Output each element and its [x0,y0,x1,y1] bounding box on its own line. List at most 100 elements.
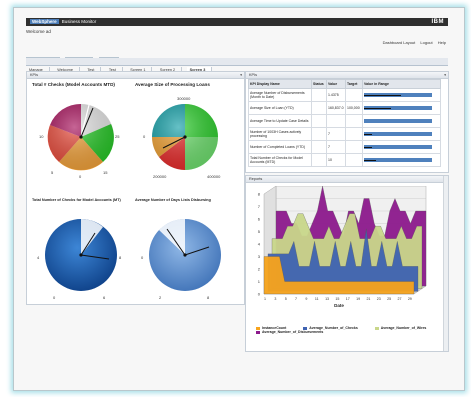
kpi-value: 160,837.0 [326,101,346,115]
kpi-value: 7 [326,140,346,154]
table-row[interactable]: Average Size of Loan (YTD) 160,837.0 100… [248,101,441,115]
app-brand: WebSphere Business Monitor [30,19,96,25]
gauge-1: 0 5 10 25 15 [39,103,120,179]
panel-menu-icon[interactable]: ▾ [444,72,446,78]
kpi-value: 10 [326,153,346,167]
column-header[interactable]: Status [311,79,327,89]
gauge-4-tick-label: 0 [141,255,144,260]
legend-item: Average_Number_of_Disbursements [256,330,323,334]
table-header-row: KPI Display Name Status Value Target Val… [248,79,441,89]
x-tick-label: 3 [274,297,276,301]
gauge-1-hub [79,135,83,139]
column-header[interactable]: Target [345,79,363,89]
kpi-panel-title: KPIs [249,73,258,77]
kpi-range-fill [364,159,377,161]
kpi-value: 7 [326,127,346,141]
kpi-name: Number of 1003H Cases actively processin… [248,127,312,141]
kpi-range-fill [364,107,392,109]
chart-legend: InstanceCount Average_Number_of_Checks A… [256,326,442,334]
gauge-2-hub [183,135,187,139]
legend-swatch [256,330,260,334]
gauge-4: 0 2 8 [141,218,221,300]
kpi-target: 100,000 [345,101,363,115]
gauge-title-4: Average Number of Days Lists Disbursing [135,198,211,202]
top-tabs: Getting Started Dashboards Utilities [26,49,120,66]
kpi-range-fill [364,146,373,148]
kpi-table-panel: KPIs ▾ KPI Display Name Status Value Targ… [245,71,449,173]
gauge-1-tick-label: 0 [79,174,82,179]
kpi-table: KPI Display Name Status Value Target Val… [248,79,441,167]
area-chart: 0123456781 3 5 7 9 11 13 15 17 19 21 23 25 27 29Date [258,186,427,308]
kpi-name: Average Time to Update Case Details [248,114,312,128]
gauge-2-tick-label: 300000 [177,96,191,101]
gauge-1-tick-label: 15 [103,170,108,175]
column-header[interactable]: Value in Range [362,79,441,89]
kpi-range-bar [364,145,432,149]
column-header[interactable]: Value [326,79,346,89]
reports-scrollbar[interactable] [443,176,448,351]
gauge-1-tick-label: 25 [115,134,120,139]
gauge-3-tick-label: 0 [53,295,56,300]
app-header: WebSphere Business Monitor IBM [26,18,448,26]
y-tick-label: 7 [258,204,261,209]
kpi-range-bar [364,106,432,110]
table-row[interactable]: Average Number of Disbursements (Month t… [248,88,441,102]
kpi-range-fill [364,94,402,96]
y-tick-label: 5 [258,229,261,234]
x-tick-label: 17 [346,297,350,301]
x-tick-label: 21 [366,297,370,301]
x-tick-label: 25 [387,297,391,301]
table-row[interactable]: Average Time to Update Case Details [248,114,441,128]
legend-label: Average_Number_of_Wires [380,326,427,330]
reports-panel: Reports▾ 0123456781357911131517192123252… [245,175,449,352]
kpi-name: Average Number of Disbursements (Month t… [248,88,312,102]
table-row[interactable]: Number of Completed Loans (YTD) 7 [248,140,441,154]
gauge-4-tick-label: 2 [159,295,162,300]
gauge-title-2: Average Size of Processing Loans [135,82,210,87]
kpi-target [345,153,363,167]
kpi-target [345,114,363,128]
kpi-status [311,140,327,154]
kpi-range-bar [364,119,432,123]
kpi-value: 1.4375 [326,88,346,102]
gauges-panel-title: KPIs [30,73,39,77]
logout-link[interactable]: Logout [420,40,432,45]
y-tick-label: 8 [258,192,261,197]
kpi-status [311,127,327,141]
panel-menu-icon[interactable]: ▾ [240,72,242,78]
x-tick-label: 15 [335,297,339,301]
reports-panel-title: Reports [249,177,263,181]
kpi-status [311,114,327,128]
kpi-range-fill [364,133,373,135]
x-tick-label: 23 [377,297,381,301]
column-header[interactable]: KPI Display Name [248,79,312,89]
gauges-panel: KPIs ▾ Total # Checks (Model Accounts MTD… [26,71,245,305]
gauge-3-hub [79,253,83,257]
kpi-range-bar [364,158,432,162]
gauge-2: 0 300000 400000 200000 [143,96,221,179]
gauge-1-tick-label: 5 [51,170,54,175]
x-tick-label: 11 [315,297,319,301]
y-tick-label: 2 [258,267,261,272]
table-row[interactable]: Total Number of Checks for Model Account… [248,153,441,167]
x-tick-label: 29 [408,297,412,301]
x-tick-label: 9 [305,297,307,301]
kpi-panel-header: KPIs ▾ [246,72,448,79]
kpi-status [311,101,327,115]
kpi-target [345,88,363,102]
kpi-name: Average Size of Loan (YTD) [248,101,312,115]
reports-panel-header: Reports▾ [246,176,448,183]
dashboard-layout-link[interactable]: Dashboard Layout [383,40,416,45]
x-tick-label: 5 [285,297,287,301]
top-links: Dashboard Layout Logout Help [379,40,446,45]
gauge-1-tick-label: 10 [39,134,44,139]
y-tick-label: 0 [258,292,261,297]
gauge-3-tick-label: 8 [119,255,122,260]
help-link[interactable]: Help [438,40,446,45]
gauge-2-tick-label: 400000 [207,174,221,179]
kpi-value [326,114,346,128]
kpi-status [311,153,327,167]
y-tick-label: 3 [258,254,261,259]
table-row[interactable]: Number of 1003H Cases actively processin… [248,127,441,141]
gauge-2-tick-label: 200000 [153,174,167,179]
